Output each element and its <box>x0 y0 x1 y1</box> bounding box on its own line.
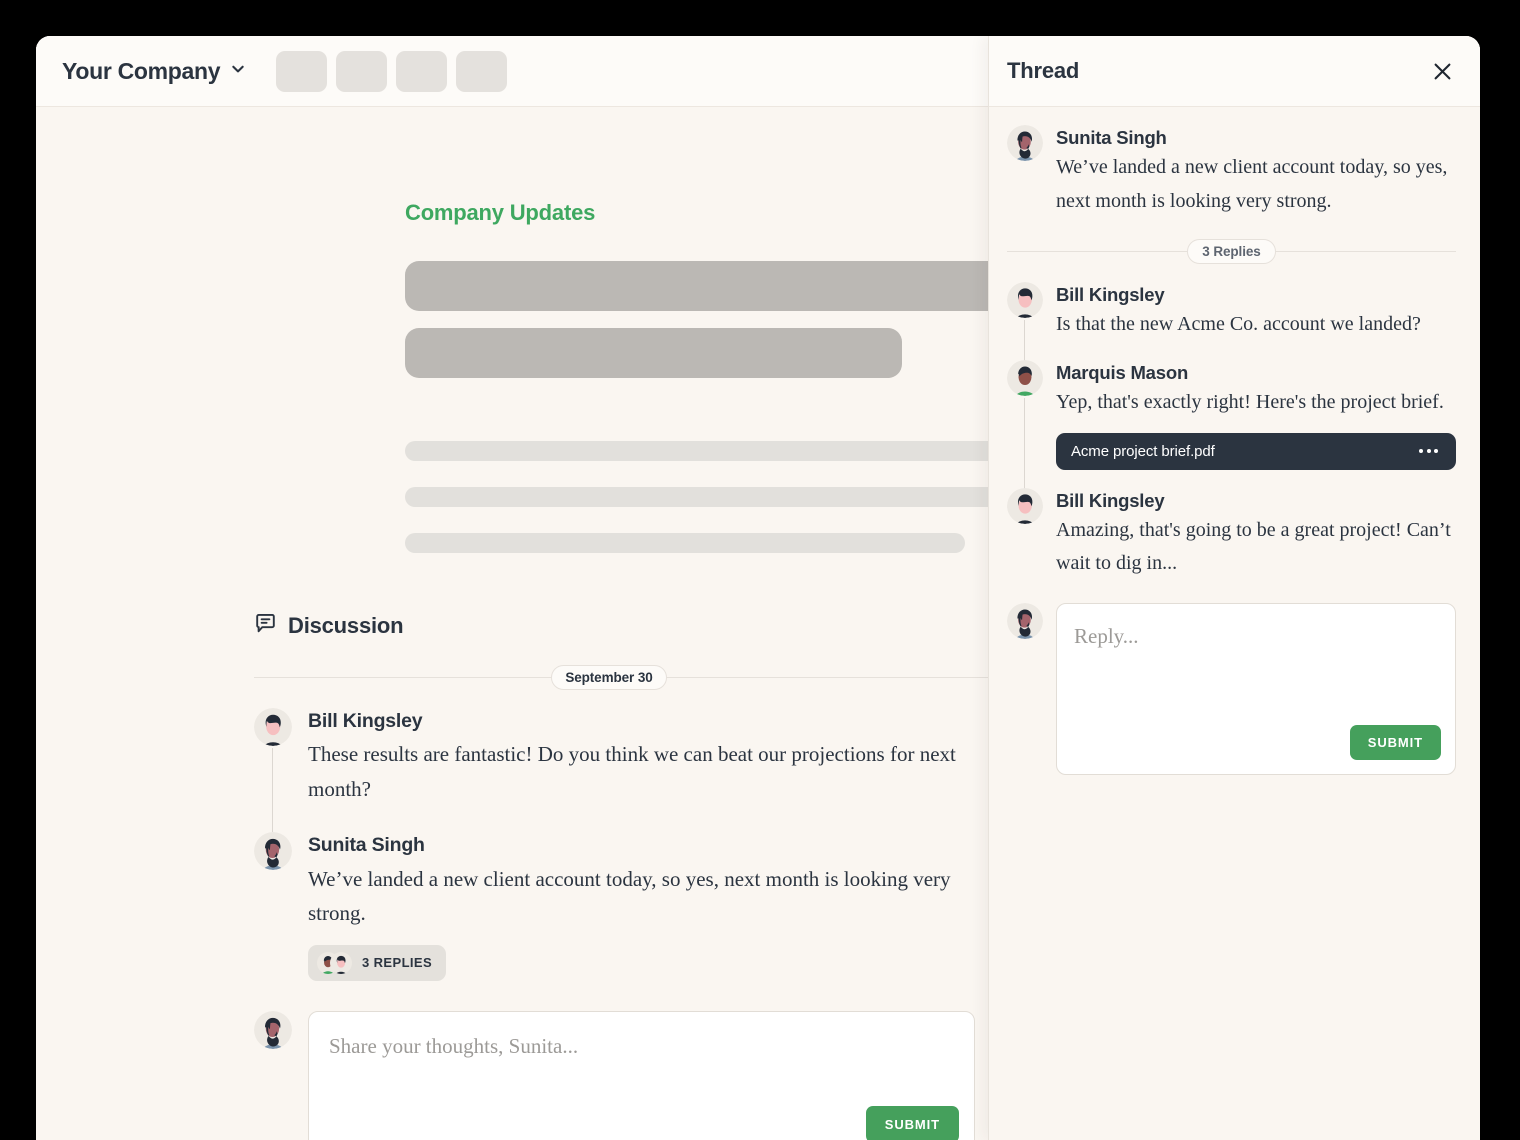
avatar[interactable] <box>1007 360 1043 397</box>
company-name: Your Company <box>62 57 221 84</box>
more-horizontal-icon[interactable] <box>1417 445 1440 457</box>
message-author: Sunita Singh <box>308 834 425 857</box>
avatar-current-user[interactable] <box>1007 603 1043 640</box>
thread-panel-header: Thread <box>989 36 1480 107</box>
thread-connector-line <box>1024 320 1025 365</box>
discussion-composer-placeholder: Share your thoughts, Sunita... <box>329 1033 579 1058</box>
avatar-column <box>1007 487 1043 581</box>
thread-replies-divider: 3 Replies <box>1007 238 1456 264</box>
message-author: Marquis Mason <box>1056 362 1189 384</box>
avatar-column <box>1007 603 1043 775</box>
message-text: We’ve landed a new client account today,… <box>308 866 951 926</box>
thread-panel: Thread Sunita Singh We’ve landed a new c… <box>988 36 1480 1140</box>
thread-reply-placeholder: Reply... <box>1074 624 1139 649</box>
avatar[interactable] <box>1007 282 1043 319</box>
avatar[interactable] <box>254 832 292 871</box>
app-header: Your Company <box>36 36 988 107</box>
nav-placeholder-4[interactable] <box>456 50 508 92</box>
avatar-column <box>254 1010 292 1140</box>
message-text: Is that the new Acme Co. account we land… <box>1056 313 1421 336</box>
close-icon[interactable] <box>1428 57 1456 85</box>
page-title: Company Updates <box>405 200 596 225</box>
avatar-column <box>1007 282 1043 365</box>
thread-reply-composer: Reply... SUBMIT <box>1007 603 1456 776</box>
avatar[interactable] <box>1007 125 1043 161</box>
thread-message-list[interactable]: Sunita Singh We’ve landed a new client a… <box>989 107 1480 1140</box>
avatar[interactable] <box>254 708 292 746</box>
discussion-submit-button[interactable]: SUBMIT <box>865 1105 959 1140</box>
message-body: Bill Kingsley Amazing, that's going to b… <box>1056 488 1456 581</box>
thread-reply-box[interactable]: Reply... SUBMIT <box>1056 603 1456 776</box>
discussion-section: Discussion September 30 Bill Kingsley Th… <box>36 612 988 1140</box>
date-pill: September 30 <box>551 664 667 690</box>
content-skeleton-line <box>405 487 988 507</box>
discussion-label: Discussion <box>288 613 404 638</box>
message-body: Sunita Singh We’ve landed a new client a… <box>308 832 988 981</box>
message-item: Bill Kingsley These results are fantasti… <box>254 708 988 833</box>
thread-reply-item: Bill Kingsley Amazing, that's going to b… <box>1007 487 1456 581</box>
content-skeleton-bar <box>405 261 988 311</box>
content-skeleton-bar <box>405 328 902 378</box>
comment-bubble-icon <box>254 612 277 640</box>
company-switcher[interactable]: Your Company <box>62 58 246 85</box>
avatar-column <box>1007 125 1043 218</box>
discussion-header: Discussion <box>36 612 988 640</box>
message-text: Amazing, that's going to be a great proj… <box>1056 518 1451 575</box>
view-replies-label: 3 REPLIES <box>362 955 433 970</box>
thread-connector-line <box>1024 398 1025 492</box>
avatar-column <box>254 832 292 980</box>
content-body: Company Updates Discussion September 30 … <box>36 107 988 1140</box>
message-author: Bill Kingsley <box>1056 284 1165 306</box>
content-skeleton-line <box>405 533 965 553</box>
thread-reply-item: Bill Kingsley Is that the new Acme Co. a… <box>1007 282 1456 365</box>
view-replies-button[interactable]: 3 REPLIES <box>308 944 447 981</box>
thread-submit-button[interactable]: SUBMIT <box>1349 725 1441 761</box>
avatar-column <box>254 708 292 833</box>
avatar-current-user[interactable] <box>254 1010 292 1049</box>
thread-root-message: Sunita Singh We’ve landed a new client a… <box>1007 125 1456 218</box>
avatar[interactable] <box>1007 487 1043 524</box>
avatar-bill-small <box>330 951 352 974</box>
nav-placeholder-3[interactable] <box>396 50 448 92</box>
message-author: Bill Kingsley <box>1056 489 1165 511</box>
message-item: Sunita Singh We’ve landed a new client a… <box>254 832 988 984</box>
message-list: Bill Kingsley These results are fantasti… <box>36 708 988 1140</box>
message-text: We’ve landed a new client account today,… <box>1056 156 1448 212</box>
app-window: Your Company Company Updates Discussion … <box>36 36 1480 1140</box>
thread-reply-item: Marquis Mason Yep, that's exactly right!… <box>1007 360 1456 492</box>
message-author: Sunita Singh <box>1056 127 1167 148</box>
thread-replies-count: 3 Replies <box>1187 238 1276 264</box>
thread-connector-line <box>272 748 273 833</box>
nav-placeholder-2[interactable] <box>336 50 388 92</box>
discussion-composer: Share your thoughts, Sunita... SUBMIT <box>254 1010 988 1140</box>
content-skeleton-line <box>405 441 988 461</box>
message-author: Bill Kingsley <box>308 710 423 732</box>
date-divider: September 30 <box>36 664 988 690</box>
nav-placeholder-group <box>276 50 508 92</box>
avatar-column <box>1007 360 1043 492</box>
discussion-composer-box[interactable]: Share your thoughts, Sunita... SUBMIT <box>308 1010 975 1140</box>
message-text: Yep, that's exactly right! Here's the pr… <box>1056 391 1444 414</box>
message-body: Bill Kingsley These results are fantasti… <box>308 708 988 806</box>
thread-panel-title: Thread <box>1007 58 1080 83</box>
attachment-filename: Acme project brief.pdf <box>1071 442 1215 460</box>
main-content-column: Your Company Company Updates Discussion … <box>36 36 988 1140</box>
nav-placeholder-1[interactable] <box>276 50 328 92</box>
reply-participant-avatars <box>317 951 353 974</box>
chevron-down-icon <box>230 61 246 82</box>
message-body: Sunita Singh We’ve landed a new client a… <box>1056 125 1456 218</box>
message-body: Marquis Mason Yep, that's exactly right!… <box>1056 360 1456 470</box>
message-text: These results are fantastic! Do you thin… <box>308 742 956 801</box>
attachment-chip[interactable]: Acme project brief.pdf <box>1056 432 1456 470</box>
message-body: Bill Kingsley Is that the new Acme Co. a… <box>1056 282 1456 342</box>
